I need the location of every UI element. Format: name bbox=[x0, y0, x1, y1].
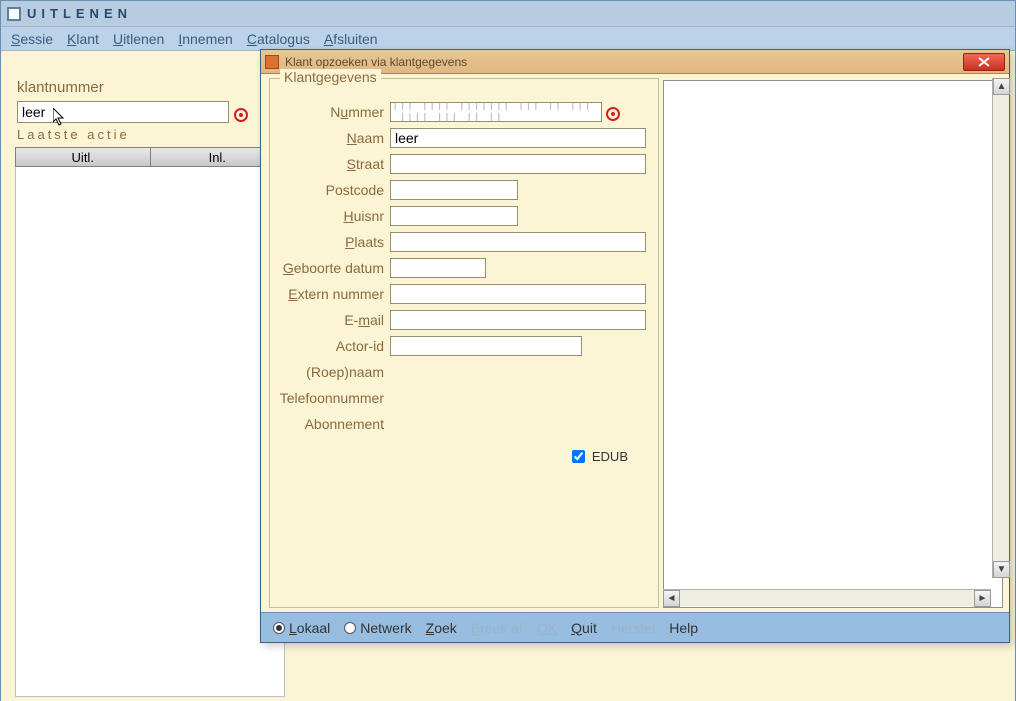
actorid-input[interactable] bbox=[390, 336, 582, 356]
label-plaats: Plaats bbox=[270, 234, 390, 250]
vertical-scrollbar[interactable]: ▲ ▼ bbox=[992, 78, 1009, 578]
horizontal-scrollbar[interactable]: ◄ ► bbox=[663, 589, 991, 606]
dialog-title: Klant opzoeken via klantgegevens bbox=[285, 55, 467, 69]
huisnr-input[interactable] bbox=[390, 206, 518, 226]
ok-button: OK bbox=[537, 620, 557, 636]
zoek-button[interactable]: Zoek bbox=[426, 620, 457, 636]
table-body bbox=[15, 167, 285, 697]
label-nummer: Nummer bbox=[270, 104, 390, 120]
abonnement-display bbox=[390, 414, 582, 434]
telefoon-display bbox=[390, 388, 582, 408]
menu-afsluiten[interactable]: Afsluiten bbox=[324, 31, 378, 47]
label-geboorte: Geboorte datum bbox=[270, 260, 390, 276]
label-telefoon: Telefoonnummer bbox=[270, 390, 390, 406]
app-icon bbox=[7, 7, 21, 21]
klantnummer-label: klantnummer bbox=[17, 79, 104, 96]
laatste-actie-label: Laatste actie bbox=[17, 127, 130, 142]
menu-sessie[interactable]: Sessie bbox=[11, 31, 53, 47]
herstel-button: Herstel bbox=[611, 620, 655, 636]
roepnaam-display bbox=[390, 362, 582, 382]
table-header: Uitl. Inl. bbox=[15, 147, 285, 167]
menu-klant[interactable]: Klant bbox=[67, 31, 99, 47]
target-icon bbox=[234, 104, 248, 122]
edub-label: EDUB bbox=[592, 449, 628, 464]
scroll-up-icon[interactable]: ▲ bbox=[993, 78, 1010, 95]
naam-input[interactable] bbox=[390, 128, 646, 148]
klantgegevens-fieldset: Klantgegevens Nummer ||| |||| ||||||| ||… bbox=[269, 78, 659, 608]
radio-netwerk[interactable]: Netwerk bbox=[344, 620, 411, 636]
scroll-right-icon[interactable]: ► bbox=[974, 590, 991, 607]
label-huisnr: Huisnr bbox=[270, 208, 390, 224]
radio-dot-icon bbox=[273, 622, 285, 634]
fieldset-legend: Klantgegevens bbox=[280, 69, 381, 85]
edub-checkbox[interactable] bbox=[572, 450, 585, 463]
dialog-body: Klantgegevens Nummer ||| |||| ||||||| ||… bbox=[261, 74, 1009, 612]
dialog-klant-opzoeken: Klant opzoeken via klantgegevens Klantge… bbox=[260, 49, 1010, 643]
nummer-input[interactable]: ||| |||| ||||||| ||| || ||| |||| ||| || … bbox=[390, 102, 602, 122]
straat-input[interactable] bbox=[390, 154, 646, 174]
klantnummer-input[interactable] bbox=[17, 101, 229, 123]
label-email: E-mail bbox=[270, 312, 390, 328]
menubar: Sessie Klant Uitlenen Innemen Catalogus … bbox=[1, 27, 1015, 51]
label-naam: Naam bbox=[270, 130, 390, 146]
close-button[interactable] bbox=[963, 53, 1005, 71]
main-title: UITLENEN bbox=[27, 6, 132, 21]
geboorte-input[interactable] bbox=[390, 258, 486, 278]
label-abonnement: Abonnement bbox=[270, 416, 390, 432]
email-input[interactable] bbox=[390, 310, 646, 330]
scroll-down-icon[interactable]: ▼ bbox=[993, 561, 1010, 578]
breekaf-button: Breek af bbox=[471, 620, 523, 636]
results-list[interactable] bbox=[663, 80, 1003, 608]
menu-catalogus[interactable]: Catalogus bbox=[247, 31, 310, 47]
label-roepnaam: (Roep)naam bbox=[270, 364, 390, 380]
quit-button[interactable]: Quit bbox=[571, 620, 597, 636]
main-titlebar: UITLENEN bbox=[1, 1, 1015, 27]
scroll-left-icon[interactable]: ◄ bbox=[663, 590, 680, 607]
label-straat: Straat bbox=[270, 156, 390, 172]
th-uitl[interactable]: Uitl. bbox=[16, 148, 151, 166]
extern-input[interactable] bbox=[390, 284, 646, 304]
label-extern: Extern nummer bbox=[270, 286, 390, 302]
radio-lokaal[interactable]: Lokaal bbox=[273, 620, 330, 636]
help-button[interactable]: Help bbox=[669, 620, 698, 636]
postcode-input[interactable] bbox=[390, 180, 518, 200]
scroll-h-track[interactable] bbox=[680, 590, 974, 606]
menu-uitlenen[interactable]: Uitlenen bbox=[113, 31, 164, 47]
menu-innemen[interactable]: Innemen bbox=[178, 31, 232, 47]
label-postcode: Postcode bbox=[270, 182, 390, 198]
scroll-track[interactable] bbox=[993, 95, 1009, 561]
target-icon-dialog bbox=[606, 103, 620, 121]
label-actorid: Actor-id bbox=[270, 338, 390, 354]
dialog-bottom-bar: Lokaal Netwerk Zoek Breek af OK Quit Her… bbox=[261, 612, 1009, 642]
dialog-app-icon bbox=[265, 55, 279, 69]
plaats-input[interactable] bbox=[390, 232, 646, 252]
radio-dot-icon bbox=[344, 622, 356, 634]
